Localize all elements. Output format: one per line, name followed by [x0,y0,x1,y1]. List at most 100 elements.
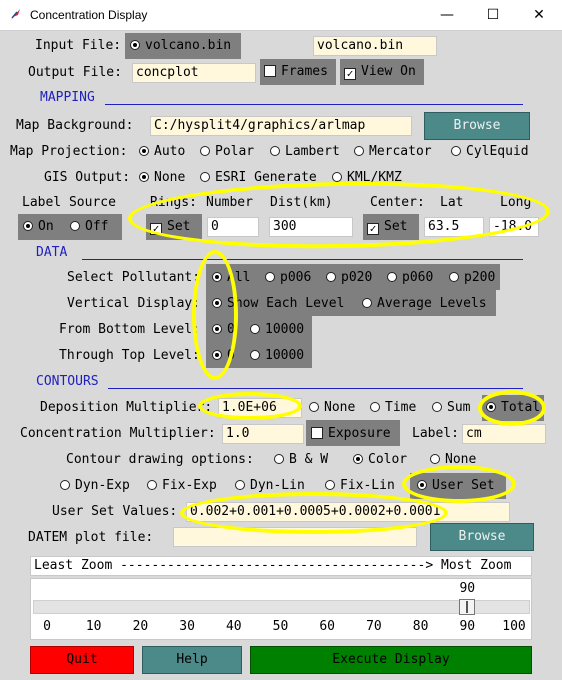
maximize-icon[interactable]: ☐ [470,0,516,31]
exposure-checkbox[interactable]: Exposure [311,424,391,444]
projection-label: Polar [215,144,255,159]
zoom-tick-label: 10 [85,619,102,634]
checkmark-icon: ✓ [344,68,356,80]
highlight-rings-center [127,178,551,252]
zoom-slider-trough[interactable] [33,600,530,614]
radio-icon [432,402,442,412]
highlight-user-set-values [180,492,448,534]
concentration-multiplier-label: Concentration Multiplier: [20,426,216,441]
output-file-label: Output File: [28,65,122,80]
datem-browse-button[interactable]: Browse [430,523,534,551]
zoom-value: 90 [459,581,476,596]
through-top-level-label: Through Top Level: [59,348,200,363]
map-background-label: Map Background: [16,118,134,133]
data-divider [82,259,523,260]
projection-auto[interactable]: Auto [139,142,185,162]
label-source-label: Label Source [22,195,116,210]
radio-icon [147,480,157,490]
radio-icon [250,350,260,360]
vertical-average-levels[interactable]: Average Levels [362,294,487,314]
radio-icon [274,454,284,464]
levels-dyn-exp[interactable]: Dyn-Exp [60,476,130,496]
top-level-10000[interactable]: 10000 [250,346,304,366]
vertical-display-label: Vertical Display: [67,296,201,311]
user-set-values-label: User Set Values: [52,504,178,519]
gis-option-label: None [154,170,186,185]
zoom-header: Least Zoom -----------------------------… [30,556,532,576]
drawing-bw[interactable]: B & W [274,450,328,470]
radio-icon [130,40,140,50]
projection-label: Auto [154,144,186,159]
units-label: Label: [412,426,459,441]
zoom-tick-label: 30 [179,619,195,634]
deposition-none[interactable]: None [309,398,355,418]
execute-display-button[interactable]: Execute Display [250,646,532,674]
radio-icon [139,146,149,156]
pollutant-p200[interactable]: p200 [449,268,495,288]
pollutant-p060[interactable]: p060 [387,268,433,288]
projection-polar[interactable]: Polar [200,142,254,162]
projection-mercator[interactable]: Mercator [354,142,432,162]
checkbox-icon [264,65,276,77]
pollutant-label: p200 [464,270,496,285]
drawing-color[interactable]: Color [353,450,407,470]
minimize-icon[interactable]: — [424,0,470,31]
radio-icon [451,146,461,156]
data-section-title: DATA [36,245,68,260]
units-field[interactable]: cm [462,424,546,444]
deposition-option-label: Sum [447,400,471,415]
vertical-option-label: Show Each Level [227,296,345,311]
radio-icon [270,146,280,156]
label-source-off[interactable]: Off [70,217,108,237]
radio-icon [332,172,342,182]
label-source-off-text: Off [85,219,109,234]
zoom-tick-label: 70 [366,619,382,634]
top-level-option-label: 10000 [265,348,305,363]
radio-icon [354,146,364,156]
projection-cylequid[interactable]: CylEquid [451,142,529,162]
help-button[interactable]: Help [142,646,242,674]
deposition-time[interactable]: Time [370,398,416,418]
pollutant-p020[interactable]: p020 [326,268,372,288]
projection-lambert[interactable]: Lambert [270,142,340,162]
map-background-field[interactable]: C:/hysplit4/graphics/arlmap [150,116,412,136]
highlight-user-set [402,465,516,503]
pollutant-p006[interactable]: p006 [265,268,311,288]
levels-option-label: Dyn-Exp [75,478,130,493]
input-file-label: Input File: [35,38,122,53]
radio-icon [70,221,80,231]
label-source-on-text: On [38,219,54,234]
radio-icon [60,480,70,490]
deposition-multiplier-label: Deposition Multiplier: [40,400,213,415]
zoom-tick-label: 60 [319,619,336,634]
datem-plot-file-label: DATEM plot file: [28,530,154,545]
radio-icon [265,272,275,282]
levels-option-label: Fix-Exp [162,478,217,493]
input-file-field[interactable]: volcano.bin [313,36,437,56]
frames-checkbox[interactable]: Frames [264,62,328,82]
view-on-checkbox[interactable]: ✓ View On [344,62,416,82]
radio-icon [235,480,245,490]
zoom-tick-label: 80 [412,619,429,634]
levels-fix-exp[interactable]: Fix-Exp [147,476,217,496]
gis-none[interactable]: None [139,168,185,188]
bottom-level-10000[interactable]: 10000 [250,320,304,340]
zoom-slider-thumb[interactable] [459,599,476,615]
output-file-field[interactable]: concplot [132,63,256,83]
contours-section-title: CONTOURS [36,374,99,389]
mapping-divider [105,104,523,105]
window-title: Concentration Display [30,8,148,22]
deposition-sum[interactable]: Sum [432,398,470,418]
quit-button[interactable]: Quit [30,646,134,674]
levels-option-label: Fix-Lin [340,478,395,493]
projection-label: Lambert [285,144,340,159]
input-file-radio[interactable]: volcano.bin [130,36,231,56]
vertical-option-label: Average Levels [377,296,487,311]
radio-icon [449,272,459,282]
label-source-on[interactable]: On [23,217,54,237]
map-background-browse-button[interactable]: Browse [424,112,530,140]
from-bottom-level-label: From Bottom Level: [59,322,200,337]
close-icon[interactable]: ✕ [516,0,562,31]
concentration-multiplier-field[interactable]: 1.0 [222,424,304,444]
map-projection-label: Map Projection: [10,144,128,159]
